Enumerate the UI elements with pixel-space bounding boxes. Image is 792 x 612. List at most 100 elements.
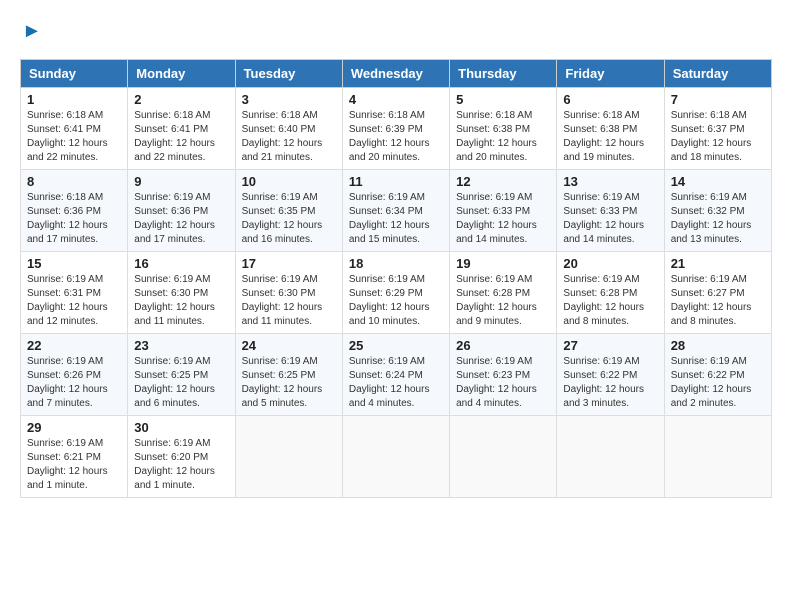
- day-info: Sunrise: 6:19 AMSunset: 6:31 PMDaylight:…: [27, 273, 121, 329]
- calendar-cell: 29Sunrise: 6:19 AMSunset: 6:21 PMDayligh…: [21, 416, 128, 498]
- day-number: 27: [563, 338, 657, 353]
- page-header: ►: [20, 20, 772, 43]
- calendar-header-sunday: Sunday: [21, 60, 128, 88]
- day-info: Sunrise: 6:19 AMSunset: 6:22 PMDaylight:…: [563, 355, 657, 411]
- calendar-cell: 3 Sunrise: 6:18 AMSunset: 6:40 PMDaylight…: [235, 88, 342, 170]
- calendar-cell: 18 Sunrise: 6:19 AMSunset: 6:29 PMDayligh…: [342, 252, 449, 334]
- day-number: 14: [671, 174, 765, 189]
- calendar-cell: 22 Sunrise: 6:19 AMSunset: 6:26 PMDayligh…: [21, 334, 128, 416]
- calendar-cell: [450, 416, 557, 498]
- calendar-cell: 14 Sunrise: 6:19 AMSunset: 6:32 PMDayligh…: [664, 170, 771, 252]
- calendar-cell: 6 Sunrise: 6:18 AMSunset: 6:38 PMDaylight…: [557, 88, 664, 170]
- day-number: 10: [242, 174, 336, 189]
- calendar-cell: 13 Sunrise: 6:19 AMSunset: 6:33 PMDayligh…: [557, 170, 664, 252]
- calendar-header-thursday: Thursday: [450, 60, 557, 88]
- calendar-cell: 4 Sunrise: 6:18 AMSunset: 6:39 PMDaylight…: [342, 88, 449, 170]
- day-number: 6: [563, 92, 657, 107]
- day-number: 12: [456, 174, 550, 189]
- calendar-header-wednesday: Wednesday: [342, 60, 449, 88]
- day-info: Sunrise: 6:19 AMSunset: 6:24 PMDaylight:…: [349, 355, 443, 411]
- day-number: 8: [27, 174, 121, 189]
- day-info: Sunrise: 6:19 AMSunset: 6:33 PMDaylight:…: [456, 191, 550, 247]
- calendar-cell: [664, 416, 771, 498]
- day-info: Sunrise: 6:19 AMSunset: 6:23 PMDaylight:…: [456, 355, 550, 411]
- day-number: 24: [242, 338, 336, 353]
- day-info: Sunrise: 6:19 AMSunset: 6:21 PMDaylight:…: [27, 437, 121, 493]
- day-info: Sunrise: 6:18 AMSunset: 6:41 PMDaylight:…: [134, 109, 228, 165]
- calendar-cell: 19 Sunrise: 6:19 AMSunset: 6:28 PMDayligh…: [450, 252, 557, 334]
- calendar-cell: 17 Sunrise: 6:19 AMSunset: 6:30 PMDayligh…: [235, 252, 342, 334]
- calendar-header-friday: Friday: [557, 60, 664, 88]
- day-info: Sunrise: 6:18 AMSunset: 6:38 PMDaylight:…: [456, 109, 550, 165]
- calendar-cell: [235, 416, 342, 498]
- day-number: 9: [134, 174, 228, 189]
- day-info: Sunrise: 6:19 AMSunset: 6:28 PMDaylight:…: [563, 273, 657, 329]
- day-number: 13: [563, 174, 657, 189]
- calendar-cell: 12 Sunrise: 6:19 AMSunset: 6:33 PMDayligh…: [450, 170, 557, 252]
- day-info: Sunrise: 6:18 AMSunset: 6:40 PMDaylight:…: [242, 109, 336, 165]
- calendar-cell: [342, 416, 449, 498]
- day-info: Sunrise: 6:19 AMSunset: 6:35 PMDaylight:…: [242, 191, 336, 247]
- calendar-cell: 9 Sunrise: 6:19 AMSunset: 6:36 PMDaylight…: [128, 170, 235, 252]
- calendar-cell: 15 Sunrise: 6:19 AMSunset: 6:31 PMDayligh…: [21, 252, 128, 334]
- day-number: 4: [349, 92, 443, 107]
- calendar-cell: 27 Sunrise: 6:19 AMSunset: 6:22 PMDayligh…: [557, 334, 664, 416]
- calendar-cell: 10 Sunrise: 6:19 AMSunset: 6:35 PMDayligh…: [235, 170, 342, 252]
- day-number: 25: [349, 338, 443, 353]
- day-number: 7: [671, 92, 765, 107]
- day-number: 19: [456, 256, 550, 271]
- calendar-cell: 1 Sunrise: 6:18 AMSunset: 6:41 PMDaylight…: [21, 88, 128, 170]
- day-info: Sunrise: 6:19 AMSunset: 6:27 PMDaylight:…: [671, 273, 765, 329]
- day-info: Sunrise: 6:19 AMSunset: 6:30 PMDaylight:…: [242, 273, 336, 329]
- day-number: 18: [349, 256, 443, 271]
- day-info: Sunrise: 6:19 AMSunset: 6:25 PMDaylight:…: [242, 355, 336, 411]
- calendar-cell: 21 Sunrise: 6:19 AMSunset: 6:27 PMDayligh…: [664, 252, 771, 334]
- day-number: 11: [349, 174, 443, 189]
- calendar-cell: 28Sunrise: 6:19 AMSunset: 6:22 PMDayligh…: [664, 334, 771, 416]
- day-number: 17: [242, 256, 336, 271]
- day-number: 21: [671, 256, 765, 271]
- calendar-cell: 20 Sunrise: 6:19 AMSunset: 6:28 PMDayligh…: [557, 252, 664, 334]
- calendar-cell: 8 Sunrise: 6:18 AMSunset: 6:36 PMDaylight…: [21, 170, 128, 252]
- day-number: 23: [134, 338, 228, 353]
- calendar-cell: 24 Sunrise: 6:19 AMSunset: 6:25 PMDayligh…: [235, 334, 342, 416]
- calendar-cell: 11 Sunrise: 6:19 AMSunset: 6:34 PMDayligh…: [342, 170, 449, 252]
- day-info: Sunrise: 6:18 AMSunset: 6:37 PMDaylight:…: [671, 109, 765, 165]
- day-info: Sunrise: 6:18 AMSunset: 6:38 PMDaylight:…: [563, 109, 657, 165]
- day-number: 3: [242, 92, 336, 107]
- day-number: 22: [27, 338, 121, 353]
- day-info: Sunrise: 6:19 AMSunset: 6:34 PMDaylight:…: [349, 191, 443, 247]
- day-number: 2: [134, 92, 228, 107]
- calendar-cell: [557, 416, 664, 498]
- day-info: Sunrise: 6:19 AMSunset: 6:26 PMDaylight:…: [27, 355, 121, 411]
- day-info: Sunrise: 6:19 AMSunset: 6:20 PMDaylight:…: [134, 437, 228, 493]
- day-number: 20: [563, 256, 657, 271]
- day-info: Sunrise: 6:19 AMSunset: 6:29 PMDaylight:…: [349, 273, 443, 329]
- day-number: 16: [134, 256, 228, 271]
- logo-arrow-icon: ►: [22, 20, 42, 43]
- calendar-cell: 7 Sunrise: 6:18 AMSunset: 6:37 PMDaylight…: [664, 88, 771, 170]
- calendar-cell: 23Sunrise: 6:19 AMSunset: 6:25 PMDayligh…: [128, 334, 235, 416]
- day-info: Sunrise: 6:19 AMSunset: 6:32 PMDaylight:…: [671, 191, 765, 247]
- day-number: 15: [27, 256, 121, 271]
- day-number: 5: [456, 92, 550, 107]
- day-info: Sunrise: 6:19 AMSunset: 6:30 PMDaylight:…: [134, 273, 228, 329]
- calendar-cell: 26 Sunrise: 6:19 AMSunset: 6:23 PMDayligh…: [450, 334, 557, 416]
- day-info: Sunrise: 6:18 AMSunset: 6:41 PMDaylight:…: [27, 109, 121, 165]
- calendar-header-tuesday: Tuesday: [235, 60, 342, 88]
- calendar-header-saturday: Saturday: [664, 60, 771, 88]
- calendar-cell: 5 Sunrise: 6:18 AMSunset: 6:38 PMDaylight…: [450, 88, 557, 170]
- day-info: Sunrise: 6:19 AMSunset: 6:28 PMDaylight:…: [456, 273, 550, 329]
- day-info: Sunrise: 6:18 AMSunset: 6:39 PMDaylight:…: [349, 109, 443, 165]
- calendar-cell: 25 Sunrise: 6:19 AMSunset: 6:24 PMDayligh…: [342, 334, 449, 416]
- day-info: Sunrise: 6:19 AMSunset: 6:33 PMDaylight:…: [563, 191, 657, 247]
- logo: ►: [20, 20, 42, 43]
- day-info: Sunrise: 6:19 AMSunset: 6:36 PMDaylight:…: [134, 191, 228, 247]
- calendar-table: SundayMondayTuesdayWednesdayThursdayFrid…: [20, 59, 772, 498]
- day-number: 1: [27, 92, 121, 107]
- day-number: 28: [671, 338, 765, 353]
- day-number: 30: [134, 420, 228, 435]
- day-number: 26: [456, 338, 550, 353]
- day-info: Sunrise: 6:18 AMSunset: 6:36 PMDaylight:…: [27, 191, 121, 247]
- calendar-header-monday: Monday: [128, 60, 235, 88]
